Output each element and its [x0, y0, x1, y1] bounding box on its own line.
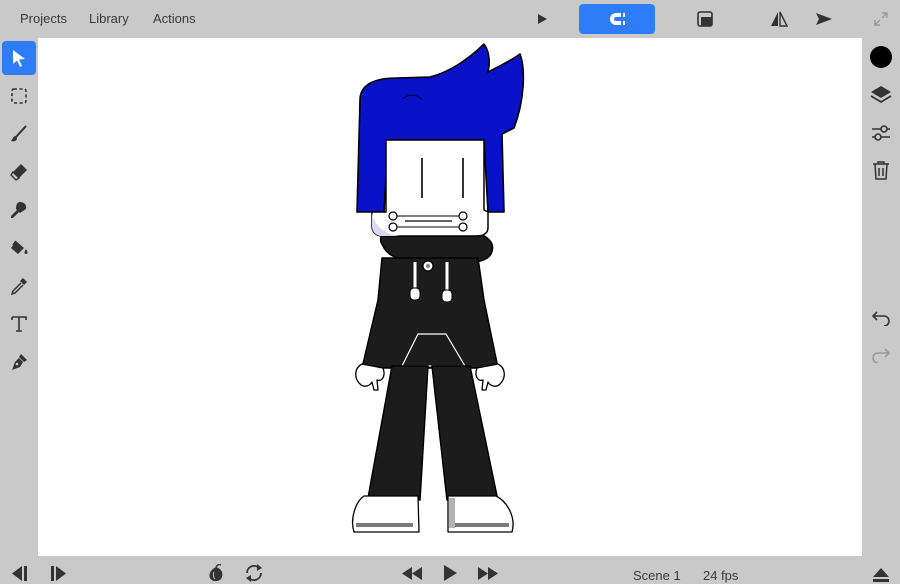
- send-icon: [816, 13, 832, 25]
- left-toolbar: [0, 38, 38, 556]
- fast-forward-button[interactable]: [476, 562, 500, 584]
- undo-icon: [871, 311, 890, 326]
- loop-toggle[interactable]: [242, 562, 266, 584]
- onion-skin-button[interactable]: [694, 9, 716, 29]
- tool-fill[interactable]: [2, 231, 36, 265]
- step-forward-icon: [51, 566, 66, 581]
- handle-point: [388, 222, 398, 232]
- color-swatch-icon: [870, 46, 892, 68]
- loop-icon: [246, 564, 262, 582]
- delete-button[interactable]: [864, 153, 898, 187]
- top-toolbar: Projects Library Actions: [0, 0, 900, 38]
- fps-label[interactable]: 24 fps: [703, 568, 738, 583]
- text-icon: [11, 316, 27, 332]
- paint-bucket-icon: [11, 240, 28, 254]
- layer-mask-icon: [697, 11, 713, 27]
- left-hand: [355, 363, 385, 391]
- layers-icon: [870, 86, 892, 104]
- dashed-selection-icon: [11, 88, 27, 104]
- drawing-canvas[interactable]: [38, 38, 862, 556]
- eject-icon: [873, 568, 889, 582]
- menu-actions[interactable]: Actions: [153, 11, 196, 26]
- right-toolbar: [862, 38, 900, 556]
- redo-button[interactable]: [864, 338, 898, 372]
- tool-eyedropper[interactable]: [2, 269, 36, 303]
- timeline-expand-button[interactable]: [870, 562, 892, 584]
- eraser-icon: [10, 164, 27, 181]
- rewind-button[interactable]: [400, 562, 424, 584]
- magnet-icon: [610, 13, 625, 25]
- flip-horizontal-button[interactable]: [767, 9, 791, 29]
- handle-point: [458, 222, 468, 232]
- menu-library[interactable]: Library: [89, 11, 129, 26]
- brush-icon: [11, 125, 27, 142]
- play-button[interactable]: [440, 562, 460, 584]
- color-swatch-button[interactable]: [864, 40, 898, 74]
- step-back-icon: [12, 566, 27, 581]
- magnet-snap-button[interactable]: [579, 4, 655, 34]
- smudge-icon: [11, 202, 27, 218]
- arrow-pointer-icon: [13, 50, 25, 67]
- handle-point: [458, 211, 468, 221]
- hoodie-torso: [361, 257, 499, 369]
- expand-icon: [874, 12, 888, 26]
- play-small-icon: [538, 14, 547, 24]
- trash-icon: [873, 161, 889, 180]
- tool-marquee[interactable]: [2, 79, 36, 113]
- expand-button[interactable]: [870, 8, 892, 30]
- onion-icon: [209, 564, 223, 582]
- menu-projects[interactable]: Projects: [20, 11, 67, 26]
- play-preview-button[interactable]: [532, 10, 552, 28]
- character-drawing: [351, 43, 525, 533]
- undo-button[interactable]: [864, 301, 898, 335]
- scene-label[interactable]: Scene 1: [633, 568, 681, 583]
- flip-horizontal-icon: [771, 11, 788, 27]
- send-button[interactable]: [812, 9, 836, 29]
- fast-forward-icon: [478, 567, 498, 580]
- redo-icon: [872, 348, 891, 363]
- tool-brush[interactable]: [2, 117, 36, 151]
- tool-pen[interactable]: [2, 345, 36, 379]
- previous-frame-button[interactable]: [8, 562, 30, 584]
- rewind-icon: [402, 567, 422, 580]
- sliders-icon: [872, 125, 890, 141]
- tool-select[interactable]: [2, 41, 36, 75]
- next-frame-button[interactable]: [48, 562, 70, 584]
- layers-button[interactable]: [864, 78, 898, 112]
- right-hand: [475, 363, 505, 391]
- bottom-toolbar: Scene 1 24 fps: [0, 556, 900, 584]
- handle-point: [388, 211, 398, 221]
- tool-text[interactable]: [2, 307, 36, 341]
- tool-eraser[interactable]: [2, 155, 36, 189]
- eyedropper-icon: [10, 278, 27, 295]
- onion-skin-toggle[interactable]: [204, 562, 228, 584]
- tool-smudge[interactable]: [2, 193, 36, 227]
- adjust-button[interactable]: [864, 116, 898, 150]
- pen-nib-icon: [12, 354, 27, 370]
- play-icon: [444, 565, 457, 581]
- face-shape: [371, 139, 489, 237]
